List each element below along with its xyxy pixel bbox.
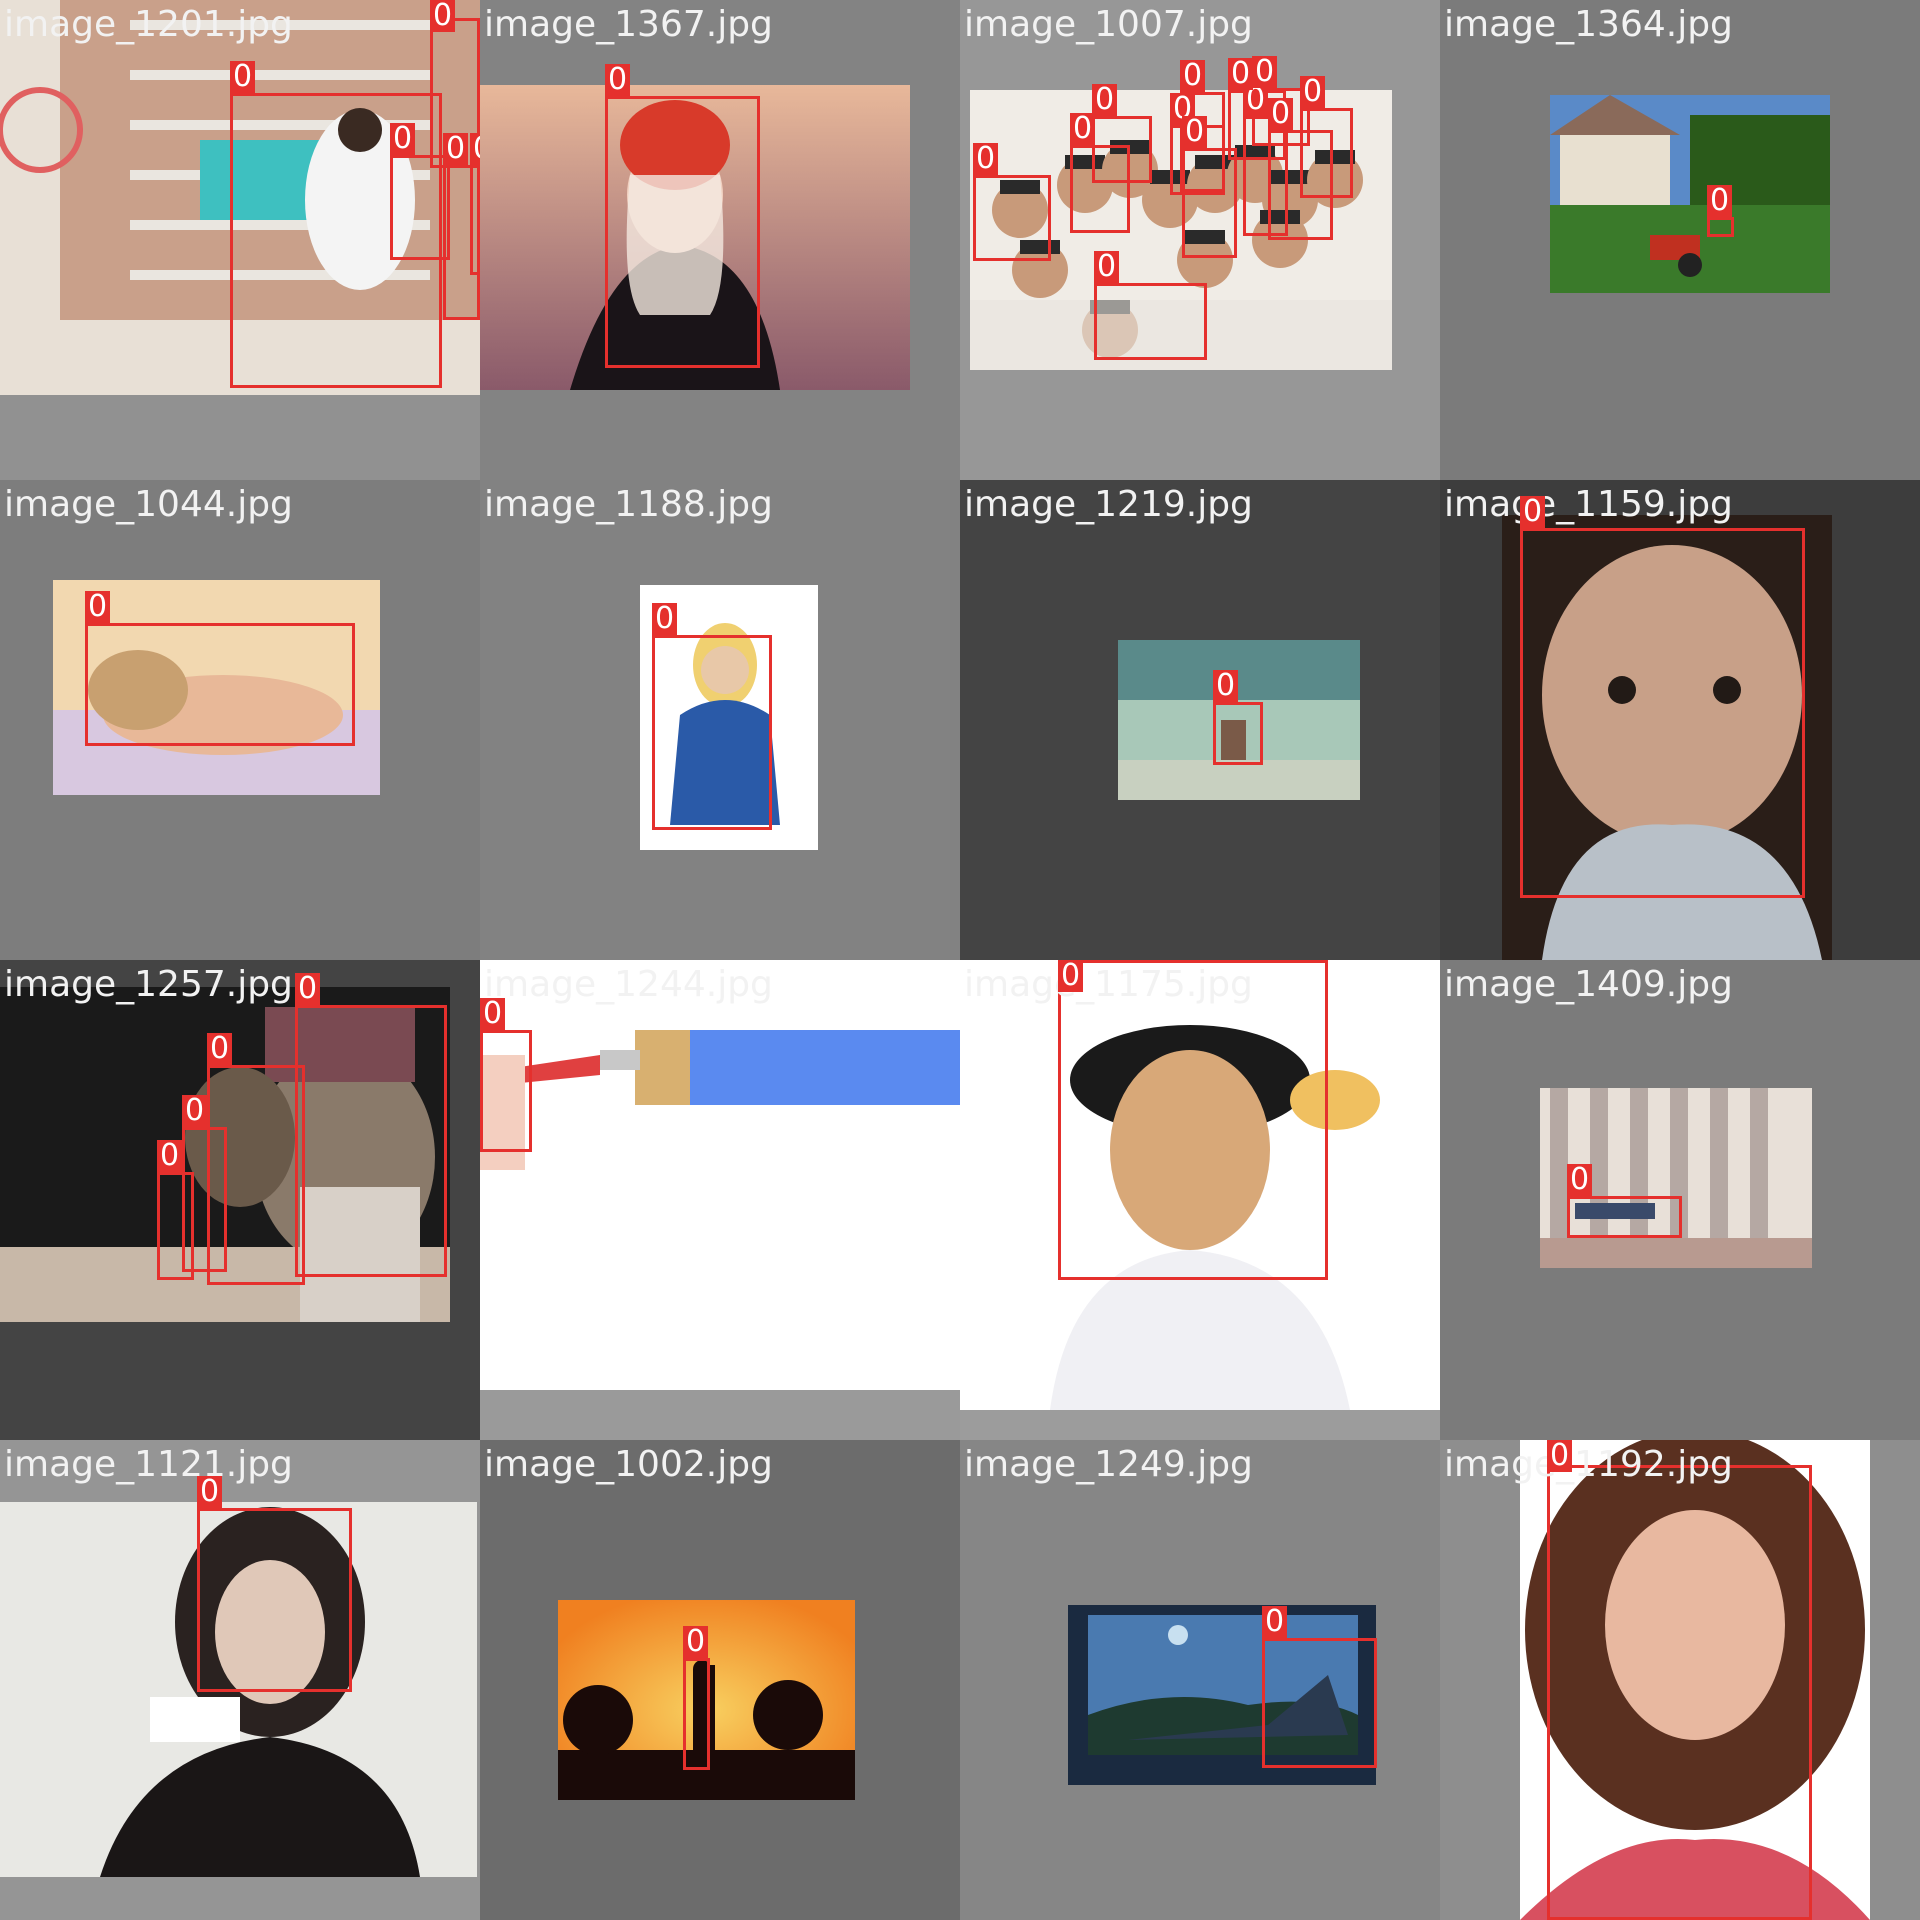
detection-class-label: 0 (1547, 1440, 1573, 1472)
tile-photo (1550, 95, 1830, 293)
detection-box (973, 175, 1051, 261)
detection-class-label: 0 (295, 973, 321, 1005)
detection-class-label: 0 (1262, 1606, 1288, 1638)
detection-class-label: 0 (1228, 58, 1254, 90)
detection-box (605, 96, 760, 368)
detection-class-label: 0 (207, 1033, 233, 1065)
tile-filename: image_1249.jpg (964, 1444, 1253, 1485)
detection-class-label: 0 (1058, 960, 1084, 992)
detection-box (1092, 116, 1152, 183)
detection-class-label: 0 (683, 1626, 709, 1658)
detection-class-label: 0 (973, 143, 999, 175)
mosaic-grid: image_1201.jpg00000 image_1367.jpg 0 imag… (0, 0, 1920, 1920)
detection-class-label: 0 (1182, 116, 1208, 148)
detection-box (1300, 108, 1353, 198)
detection-class-label: 0 (182, 1095, 208, 1127)
mosaic-tile: image_1249.jpg 0 (960, 1440, 1440, 1920)
tile-filename: image_1409.jpg (1444, 964, 1733, 1005)
mosaic-tile: image_1367.jpg 0 (480, 0, 960, 480)
detection-box (1182, 148, 1237, 258)
detection-box (652, 635, 772, 830)
detection-class-label: 0 (470, 133, 480, 165)
detection-box (295, 1005, 447, 1277)
mosaic-tile: image_1409.jpg 0 (1440, 960, 1920, 1440)
mosaic-tile: image_1044.jpg 0 (0, 480, 480, 960)
mosaic-tile: image_1175.jpg 0 (960, 960, 1440, 1440)
detection-class-label: 0 (1213, 670, 1239, 702)
detection-box (390, 155, 450, 260)
mosaic-tile: image_1244.jpg 0 (480, 960, 960, 1440)
detection-box (197, 1508, 352, 1692)
detection-box (85, 623, 355, 746)
tile-filename: image_1364.jpg (1444, 4, 1733, 45)
detection-class-label: 0 (85, 591, 111, 623)
detection-box (1520, 528, 1805, 898)
detection-box (1213, 702, 1263, 765)
tile-filename: image_1007.jpg (964, 4, 1253, 45)
detection-class-label: 0 (390, 123, 416, 155)
detection-class-label: 0 (230, 61, 256, 93)
detection-box (157, 1172, 194, 1280)
mosaic-tile: image_1219.jpg 0 (960, 480, 1440, 960)
detection-class-label: 0 (1092, 84, 1118, 116)
detection-class-label: 0 (430, 0, 456, 32)
detection-class-label: 0 (1094, 251, 1120, 283)
tile-filename: image_1121.jpg (4, 1444, 293, 1485)
detection-class-label: 0 (1520, 496, 1546, 528)
detection-box (480, 1030, 532, 1152)
detection-class-label: 0 (157, 1140, 183, 1172)
detection-class-label: 0 (1070, 113, 1096, 145)
detection-class-label: 0 (1567, 1164, 1593, 1196)
tile-filename: image_1044.jpg (4, 484, 293, 525)
detection-box (470, 165, 480, 275)
detection-box (1094, 283, 1207, 360)
tile-filename: image_1219.jpg (964, 484, 1253, 525)
detection-box (1707, 217, 1734, 237)
tile-filename: image_1002.jpg (484, 1444, 773, 1485)
detection-class-label: 0 (652, 603, 678, 635)
mosaic-tile: image_1364.jpg 0 (1440, 0, 1920, 480)
tile-filename: image_1188.jpg (484, 484, 773, 525)
detection-box (1547, 1465, 1812, 1920)
mosaic-tile: image_1002.jpg 0 (480, 1440, 960, 1920)
detection-box (683, 1658, 710, 1770)
detection-class-label: 0 (605, 64, 631, 96)
detection-class-label: 0 (443, 133, 469, 165)
mosaic-tile: image_1007.jpg 0 0 0 0 0 0 0 0 0 0 0 0 (960, 0, 1440, 480)
detection-class-label: 0 (197, 1476, 223, 1508)
detection-class-label: 0 (1707, 185, 1733, 217)
mosaic-tile: image_1121.jpg 0 (0, 1440, 480, 1920)
detection-class-label: 0 (1180, 60, 1206, 92)
detection-box (1262, 1638, 1377, 1768)
tile-photo (480, 960, 960, 1390)
mosaic-tile: image_1201.jpg00000 (0, 0, 480, 480)
detection-class-label: 0 (1252, 56, 1278, 88)
detection-box (1058, 960, 1328, 1280)
detection-class-label: 0 (1268, 98, 1294, 130)
tile-filename: image_1367.jpg (484, 4, 773, 45)
mosaic-tile: image_1192.jpg 0 (1440, 1440, 1920, 1920)
mosaic-tile: image_1159.jpg 0 (1440, 480, 1920, 960)
detection-class-label: 0 (1300, 76, 1326, 108)
mosaic-tile: image_1188.jpg 0 (480, 480, 960, 960)
detection-box (1567, 1196, 1682, 1238)
detection-class-label: 0 (480, 998, 506, 1030)
mosaic-tile: image_1257.jpg 0 0 0 0 (0, 960, 480, 1440)
